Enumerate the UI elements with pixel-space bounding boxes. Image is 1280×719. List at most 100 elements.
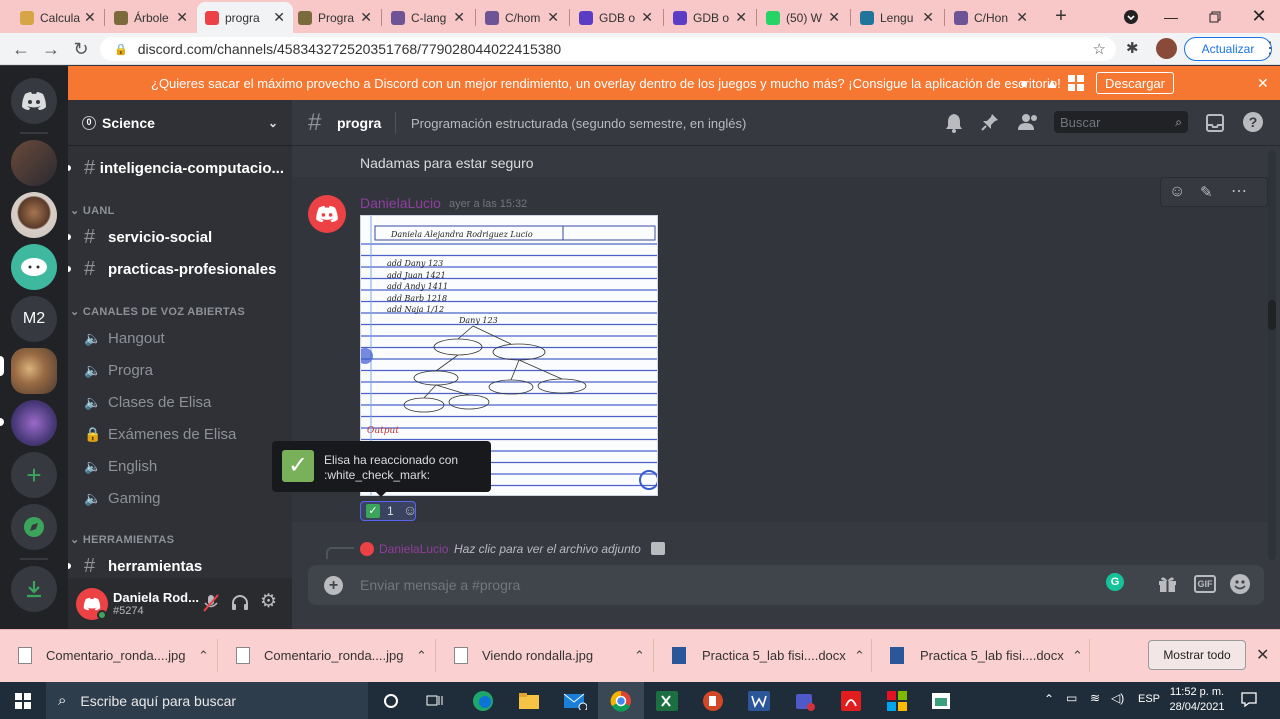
taskbar-search[interactable]: ⌕ Escribe aquí para buscar bbox=[46, 682, 368, 719]
file-explorer-icon[interactable] bbox=[506, 682, 552, 719]
download-app-button[interactable]: Descargar bbox=[1096, 72, 1174, 94]
settings-gear-icon[interactable]: ⚙ bbox=[260, 592, 280, 612]
download-apps-icon[interactable] bbox=[11, 566, 57, 612]
browser-tab[interactable]: progra ✕ bbox=[197, 2, 293, 33]
download-item[interactable]: Practica 5_lab fisi....docx ⌃ bbox=[872, 629, 1090, 682]
author-avatar[interactable] bbox=[308, 195, 346, 233]
clock[interactable]: 11:52 p. m. 28/04/2021 bbox=[1168, 685, 1226, 715]
notification-bell-icon[interactable] bbox=[944, 112, 964, 139]
browser-tab[interactable]: GDB o ✕ bbox=[571, 2, 661, 33]
close-tab-icon[interactable]: ✕ bbox=[172, 9, 188, 26]
add-reaction-small-icon[interactable]: ☺ bbox=[403, 502, 417, 518]
close-tab-icon[interactable]: ✕ bbox=[1012, 9, 1028, 26]
discord-home-icon[interactable] bbox=[11, 78, 57, 124]
close-tab-icon[interactable]: ✕ bbox=[80, 9, 96, 26]
update-button[interactable]: Actualizar bbox=[1184, 37, 1272, 61]
download-item[interactable]: Viendo rondalla.jpg ⌃ bbox=[436, 629, 654, 682]
cortana-icon[interactable] bbox=[368, 682, 414, 719]
close-tab-icon[interactable]: ✕ bbox=[637, 9, 653, 26]
channel-item[interactable]: 🔈 Gaming bbox=[76, 483, 284, 513]
bookmark-star-icon[interactable]: ☆ bbox=[1093, 40, 1106, 58]
server-icon-bird[interactable] bbox=[11, 192, 57, 238]
mute-mic-icon[interactable] bbox=[202, 593, 220, 613]
author-name[interactable]: DanielaLucio bbox=[360, 195, 441, 211]
chevron-up-icon[interactable]: ⌃ bbox=[198, 648, 209, 664]
close-tab-icon[interactable]: ✕ bbox=[449, 9, 465, 26]
close-banner-icon[interactable]: ✕ bbox=[1257, 75, 1269, 92]
scrollbar-track[interactable] bbox=[1268, 150, 1276, 560]
minimize-button[interactable]: — bbox=[1148, 0, 1194, 33]
close-tab-icon[interactable]: ✕ bbox=[269, 9, 285, 26]
profile-avatar[interactable] bbox=[1156, 38, 1177, 59]
channel-item[interactable]: 🔈 Progra bbox=[76, 355, 284, 385]
channel-item[interactable]: # inteligencia-computacio... bbox=[76, 153, 284, 183]
channel-item[interactable]: 🔈 Clases de Elisa bbox=[76, 387, 284, 417]
battery-icon[interactable]: ▭ bbox=[1066, 691, 1082, 705]
reply-text[interactable]: Haz clic para ver el archivo adjunto bbox=[454, 542, 641, 556]
browser-tab[interactable]: Calcula ✕ bbox=[12, 2, 102, 33]
server-icon-chat-bubble[interactable] bbox=[11, 244, 57, 290]
teams-icon[interactable] bbox=[782, 682, 828, 719]
wifi-icon[interactable]: ≋ bbox=[1090, 691, 1100, 705]
volume-icon[interactable]: ◁) bbox=[1111, 691, 1124, 705]
start-windows-icon[interactable] bbox=[0, 682, 46, 719]
notifications-icon[interactable] bbox=[1240, 690, 1258, 713]
close-tab-icon[interactable]: ✕ bbox=[731, 9, 747, 26]
chevron-up-icon[interactable]: ⌃ bbox=[1072, 648, 1083, 664]
channel-item[interactable]: # practicas-profesionales bbox=[76, 254, 284, 284]
address-bar[interactable]: 🔒 discord.com/channels/45834327252035176… bbox=[100, 37, 1116, 61]
photos-tile-icon[interactable] bbox=[874, 682, 920, 719]
show-all-downloads-button[interactable]: Mostrar todo bbox=[1148, 640, 1246, 670]
server-icon-group-photo[interactable] bbox=[11, 140, 57, 186]
gift-icon[interactable] bbox=[1158, 575, 1177, 593]
browser-tab[interactable]: Progra ✕ bbox=[290, 2, 380, 33]
search-input[interactable]: Buscar ⌕ bbox=[1054, 111, 1188, 133]
tray-chevron-icon[interactable]: ⌃ bbox=[1044, 692, 1054, 706]
word-icon[interactable] bbox=[736, 682, 782, 719]
back-icon[interactable]: ← bbox=[8, 33, 34, 65]
mail-icon[interactable] bbox=[552, 682, 598, 719]
browser-tab[interactable]: (50) W ✕ bbox=[758, 2, 848, 33]
scrollbar-thumb[interactable] bbox=[1268, 300, 1276, 330]
edit-pencil-icon[interactable]: ✎ bbox=[1200, 183, 1213, 201]
restore-button[interactable] bbox=[1192, 0, 1238, 33]
browser-tab[interactable]: GDB o ✕ bbox=[665, 2, 755, 33]
close-tab-icon[interactable]: ✕ bbox=[918, 9, 934, 26]
powerpoint-icon[interactable] bbox=[690, 682, 736, 719]
channel-item[interactable]: 🔒 Exámenes de Elisa bbox=[76, 419, 284, 449]
language-indicator[interactable]: ESP bbox=[1138, 693, 1160, 705]
close-tab-icon[interactable]: ✕ bbox=[824, 9, 840, 26]
channel-category[interactable]: ⌄ UANL bbox=[70, 204, 115, 220]
add-server-icon[interactable]: + bbox=[11, 452, 57, 498]
extensions-icon[interactable]: ✱ bbox=[1126, 39, 1146, 59]
close-window-button[interactable]: ✕ bbox=[1236, 0, 1280, 33]
close-downloads-icon[interactable]: ✕ bbox=[1256, 645, 1269, 665]
more-options-icon[interactable]: ⋯ bbox=[1231, 181, 1247, 201]
reply-author[interactable]: DanielaLucio bbox=[379, 542, 448, 556]
task-view-icon[interactable] bbox=[412, 682, 458, 719]
help-icon[interactable]: ? bbox=[1243, 112, 1263, 132]
grammarly-icon[interactable]: G bbox=[1106, 573, 1124, 591]
download-item[interactable]: Comentario_ronda....jpg ⌃ bbox=[0, 629, 218, 682]
browser-tab[interactable]: C/hom ✕ bbox=[477, 2, 567, 33]
channel-item[interactable]: 🔈 Hangout bbox=[76, 323, 284, 353]
browser-tab[interactable]: C/Hon ✕ bbox=[946, 2, 1036, 33]
gif-button[interactable]: GIF bbox=[1194, 575, 1216, 593]
explore-compass-icon[interactable] bbox=[11, 504, 57, 550]
download-item[interactable]: Practica 5_lab fisi....docx ⌃ bbox=[654, 629, 872, 682]
channel-category[interactable]: ⌄ HERRAMIENTAS bbox=[70, 533, 174, 549]
channel-category[interactable]: ⌄ CANALES DE VOZ ABIERTAS bbox=[70, 305, 245, 321]
inbox-icon[interactable] bbox=[1205, 113, 1225, 138]
channel-item[interactable]: # servicio-social bbox=[76, 222, 284, 252]
member-list-icon[interactable] bbox=[1016, 112, 1040, 137]
message-composer[interactable]: + Enviar mensaje a #progra G GIF bbox=[308, 565, 1264, 605]
menu-dots-icon[interactable]: ⋮ bbox=[1262, 37, 1278, 61]
close-tab-icon[interactable]: ✕ bbox=[356, 9, 372, 26]
acrobat-icon[interactable] bbox=[828, 682, 874, 719]
excel-icon[interactable] bbox=[644, 682, 690, 719]
browser-tab[interactable]: C-lang ✕ bbox=[383, 2, 473, 33]
emoji-icon[interactable] bbox=[1230, 574, 1250, 594]
upload-plus-icon[interactable]: + bbox=[324, 576, 343, 595]
browser-tab[interactable]: Árbole ✕ bbox=[106, 2, 196, 33]
chevron-up-icon[interactable]: ⌃ bbox=[416, 648, 427, 664]
